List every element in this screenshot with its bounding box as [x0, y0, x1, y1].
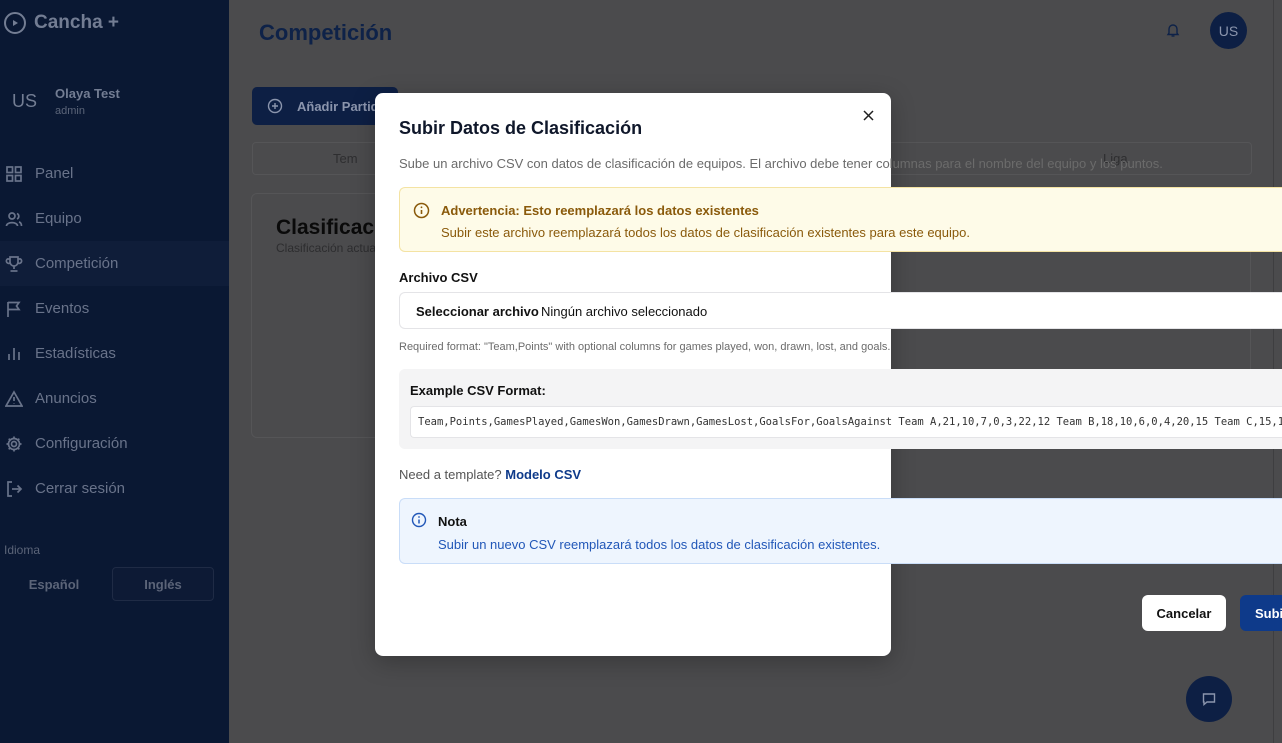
dialog-description: Sube un archivo CSV con datos de clasifi…	[399, 156, 1163, 171]
close-icon	[862, 109, 874, 121]
file-status: Ningún archivo seleccionado	[541, 304, 708, 319]
sidebar-item-label: Competición	[35, 255, 119, 272]
sidebar-item-eventos[interactable]: Eventos	[0, 286, 229, 331]
bar-chart-icon	[8, 347, 20, 360]
file-format-help: Required format: "Team,Points" with opti…	[399, 341, 891, 353]
sidebar-item-label: Equipo	[35, 210, 82, 227]
brand[interactable]: Cancha +	[4, 12, 119, 34]
info-circle-icon	[413, 202, 430, 219]
alert-triangle-icon	[5, 389, 23, 407]
warning-alert: Advertencia: Esto reemplazará los datos …	[399, 187, 1282, 252]
note-title: Nota	[438, 514, 467, 529]
sidebar-nav: Panel Equipo Competición Eventos Estadís…	[0, 151, 229, 511]
template-link[interactable]: Modelo CSV	[505, 467, 581, 482]
play-circle-icon	[4, 12, 26, 34]
user-name: Olaya Test	[55, 86, 120, 101]
logout-icon	[7, 480, 23, 497]
csv-file-input[interactable]: Seleccionar archivo Ningún archivo selec…	[399, 292, 1282, 329]
user-role: admin	[55, 105, 85, 117]
grid-icon	[6, 165, 22, 182]
sidebar-item-label: Configuración	[35, 435, 128, 452]
page-title: Competición	[259, 20, 393, 45]
brand-name: Cancha +	[34, 12, 120, 33]
sidebar-item-panel[interactable]: Panel	[0, 151, 229, 196]
example-csv-box: Example CSV Format: Team,Points,GamesPla…	[399, 369, 1282, 449]
template-row: Need a template? Modelo CSV	[399, 467, 581, 482]
sidebar-item-label: Anuncios	[35, 390, 97, 407]
language-label: Idioma	[4, 543, 41, 557]
example-title: Example CSV Format:	[410, 383, 546, 398]
chat-icon	[1202, 693, 1216, 706]
choose-file-button[interactable]: Seleccionar archivo	[416, 304, 539, 319]
example-code-block: Team,Points,GamesPlayed,GamesWon,GamesDr…	[410, 406, 1282, 438]
cancel-button[interactable]: Cancelar	[1142, 595, 1226, 631]
warning-text: Subir este archivo reemplazará todos los…	[441, 225, 970, 240]
note-alert: Nota Subir un nuevo CSV reemplazará todo…	[399, 498, 1282, 564]
tab-temporada[interactable]: Tem	[333, 151, 358, 166]
avatar[interactable]: US	[1210, 12, 1247, 49]
sidebar-item-label: Estadísticas	[35, 345, 116, 362]
file-field-label: Archivo CSV	[399, 270, 478, 285]
sidebar-item-label: Eventos	[35, 300, 90, 317]
bell-icon[interactable]	[1165, 22, 1181, 38]
info-circle-icon	[411, 512, 427, 528]
language-english-button[interactable]: Inglés	[112, 567, 214, 601]
warning-title: Advertencia: Esto reemplazará los datos …	[441, 203, 759, 218]
plus-circle-icon	[267, 98, 283, 114]
note-text: Subir un nuevo CSV reemplazará todos los…	[438, 537, 881, 552]
trophy-icon	[5, 255, 23, 272]
card-subtitle: Clasificación actual	[276, 241, 379, 255]
dialog-title: Subir Datos de Clasificación	[399, 118, 643, 138]
language-spanish-button[interactable]: Español	[6, 567, 102, 601]
gear-icon	[6, 436, 22, 451]
sidebar-item-anuncios[interactable]: Anuncios	[0, 376, 229, 421]
avatar: US	[12, 91, 38, 111]
sidebar-item-equipo[interactable]: Equipo	[0, 196, 229, 241]
close-button[interactable]	[860, 107, 876, 123]
template-prefix: Need a template?	[399, 467, 506, 482]
chat-button[interactable]	[1186, 676, 1232, 722]
sidebar-item-competicion[interactable]: Competición	[0, 241, 229, 286]
sidebar-item-estadisticas[interactable]: Estadísticas	[0, 331, 229, 376]
user-profile: US Olaya Test admin	[12, 86, 120, 117]
sidebar: Cancha + US Olaya Test admin Panel Equip…	[0, 0, 229, 743]
sidebar-item-label: Cerrar sesión	[35, 480, 126, 497]
sidebar-item-label: Panel	[35, 165, 74, 182]
users-icon	[5, 211, 23, 226]
sidebar-item-configuracion[interactable]: Configuración	[0, 421, 229, 466]
flag-icon	[7, 301, 21, 317]
sidebar-item-cerrar-sesion[interactable]: Cerrar sesión	[0, 466, 229, 511]
example-code-text: Team,Points,GamesPlayed,GamesWon,GamesDr…	[418, 416, 1282, 428]
add-match-label: Añadir Partido	[297, 98, 387, 114]
submit-button[interactable]: Subir	[1240, 595, 1282, 631]
